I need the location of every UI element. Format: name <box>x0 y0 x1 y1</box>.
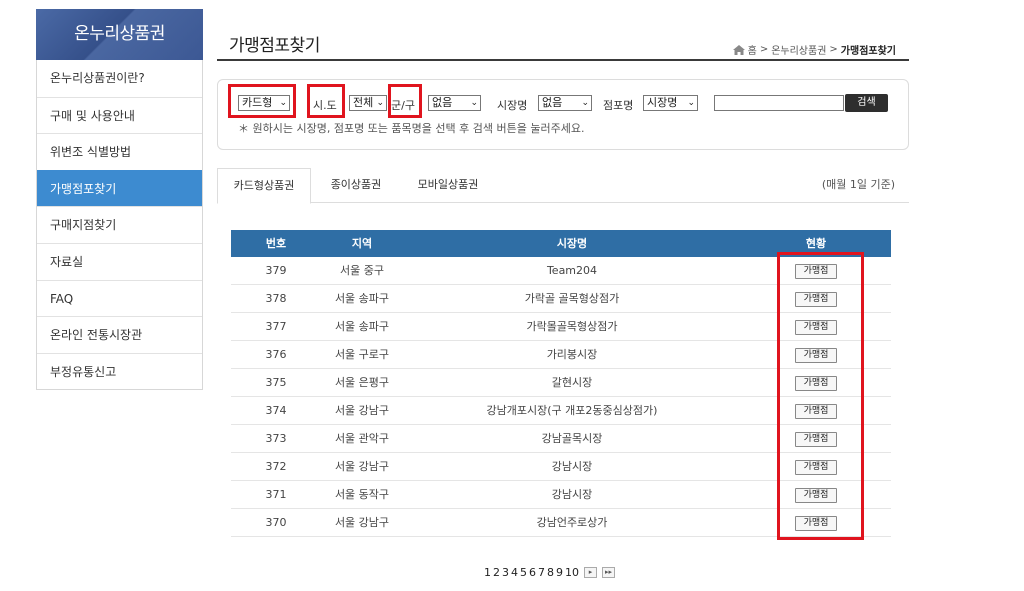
cell-region: 서울 은평구 <box>334 376 390 389</box>
search-button[interactable]: 검색 <box>845 94 888 112</box>
gungu-select-value: 없음 <box>432 96 453 109</box>
breadcrumb-home[interactable]: 홈 <box>748 42 757 57</box>
chevron-down-icon: ⌄ <box>376 98 384 108</box>
sido-select-value: 전체 <box>353 96 374 109</box>
title-divider <box>217 59 909 61</box>
sidebar-item-online-market[interactable]: 온라인 전통시장관 <box>37 316 202 353</box>
cell-market: 강남언주로상가 <box>536 516 608 529</box>
page-link[interactable]: 7 <box>538 566 545 579</box>
cell-market: 강남시장 <box>551 488 593 501</box>
highlight-box <box>777 252 864 540</box>
breadcrumb-section[interactable]: 온누리상품권 <box>771 42 826 57</box>
store-label: 점포명 <box>603 99 634 112</box>
tab-note: (매월 1일 기준) <box>821 178 895 191</box>
highlight-box <box>228 84 296 118</box>
sidebar-title: 온누리상품권 <box>36 9 203 60</box>
tab-mobile[interactable]: 모바일상품권 <box>405 168 491 204</box>
cell-region: 서울 구로구 <box>334 348 390 361</box>
tab-paper[interactable]: 종이상품권 <box>320 168 392 204</box>
sidebar-item-counterfeit[interactable]: 위변조 식별방법 <box>37 133 202 170</box>
header-market: 시장명 <box>556 237 588 250</box>
cell-no: 372 <box>265 460 287 473</box>
page-link[interactable]: 8 <box>547 566 554 579</box>
cell-region: 서울 송파구 <box>334 292 390 305</box>
cell-region: 서울 송파구 <box>334 320 390 333</box>
sidebar-item-archive[interactable]: 자료실 <box>37 242 202 280</box>
sidebar-menu: 온누리상품권이란? 구매 및 사용안내 위변조 식별방법 가맹점포찾기 구매지점… <box>36 60 203 391</box>
sidebar-item-report[interactable]: 부정유통신고 <box>37 352 202 390</box>
sidebar-item-about[interactable]: 온누리상품권이란? <box>37 60 202 97</box>
page-link[interactable]: 6 <box>529 566 536 579</box>
cell-market: 가락몰골목형상점가 <box>526 320 618 333</box>
search-input[interactable] <box>714 95 844 111</box>
sidebar-item-branch-search[interactable]: 구매지점찾기 <box>37 206 202 243</box>
cell-no: 379 <box>265 264 287 277</box>
page-link[interactable]: 10 <box>565 566 579 579</box>
breadcrumb-separator: > <box>759 44 769 55</box>
cell-no: 370 <box>265 516 287 529</box>
cell-market: 가락골 골목형상점가 <box>524 292 620 305</box>
breadcrumb: 홈 > 온누리상품권 > 가맹점포찾기 <box>732 42 896 57</box>
market-select[interactable]: 없음 ⌄ <box>538 95 592 111</box>
highlight-box <box>388 84 422 118</box>
tab-card[interactable]: 카드형상품권 <box>217 168 311 204</box>
page-link[interactable]: 1 <box>484 566 491 579</box>
last-page-icon[interactable]: ▸▸ <box>602 567 615 578</box>
cell-no: 377 <box>265 320 287 333</box>
header-region: 지역 <box>351 237 373 250</box>
home-icon <box>732 44 745 55</box>
cell-region: 서울 강남구 <box>334 404 390 417</box>
tab-bar: 카드형상품권 종이상품권 모바일상품권 (매월 1일 기준) <box>217 168 909 204</box>
page-title: 가맹점포찾기 <box>229 36 320 56</box>
cell-region: 서울 강남구 <box>334 516 390 529</box>
chevron-down-icon: ⌄ <box>470 98 478 108</box>
page-link[interactable]: 9 <box>556 566 563 579</box>
cell-no: 375 <box>265 376 287 389</box>
cell-no: 371 <box>265 488 287 501</box>
cell-no: 378 <box>265 292 287 305</box>
cell-region: 서울 중구 <box>340 264 384 277</box>
header-no: 번호 <box>265 237 287 250</box>
cell-market: Team204 <box>546 264 598 277</box>
page-link[interactable]: 2 <box>493 566 500 579</box>
market-label: 시장명 <box>497 99 528 112</box>
gungu-select[interactable]: 없음 ⌄ <box>428 95 481 111</box>
breadcrumb-current: 가맹점포찾기 <box>840 46 896 57</box>
sidebar-item-purchase-guide[interactable]: 구매 및 사용안내 <box>37 96 202 134</box>
chevron-down-icon: ⌄ <box>687 98 695 108</box>
cell-market: 강남개포시장(구 개포2동중심상점가) <box>486 404 658 417</box>
breadcrumb-separator: > <box>829 44 838 55</box>
page-link[interactable]: 4 <box>511 566 518 579</box>
page-link[interactable]: 3 <box>502 566 509 579</box>
pagination: 1 2 3 4 5 6 7 8 9 10 ▸ ▸▸ <box>484 566 615 579</box>
cell-no: 373 <box>265 432 287 445</box>
sidebar: 온누리상품권 온누리상품권이란? 구매 및 사용안내 위변조 식별방법 가맹점포… <box>36 9 203 391</box>
cell-market: 강남시장 <box>551 460 593 473</box>
page-link[interactable]: 5 <box>520 566 527 579</box>
sidebar-item-store-search[interactable]: 가맹점포찾기 <box>37 169 202 207</box>
cell-no: 376 <box>265 348 287 361</box>
market-select-value: 없음 <box>542 96 563 109</box>
cell-no: 374 <box>265 404 287 417</box>
cell-market: 갈현시장 <box>551 376 593 389</box>
search-hint: ＊ 원하시는 시장명, 점포명 또는 품목명을 선택 후 검색 버튼을 눌러주세… <box>238 122 585 135</box>
cell-market: 강남골목시장 <box>541 432 603 445</box>
cell-region: 서울 관악구 <box>334 432 390 445</box>
sido-select[interactable]: 전체 ⌄ <box>349 95 387 111</box>
highlight-box <box>307 84 345 118</box>
store-select[interactable]: 시장명 ⌄ <box>643 95 698 111</box>
chevron-down-icon: ⌄ <box>581 98 589 108</box>
cell-region: 서울 동작구 <box>334 488 390 501</box>
sidebar-item-faq[interactable]: FAQ <box>37 279 202 317</box>
cell-region: 서울 강남구 <box>334 460 390 473</box>
next-page-icon[interactable]: ▸ <box>584 567 597 578</box>
cell-market: 가리봉시장 <box>546 348 598 361</box>
store-select-value: 시장명 <box>647 96 678 109</box>
